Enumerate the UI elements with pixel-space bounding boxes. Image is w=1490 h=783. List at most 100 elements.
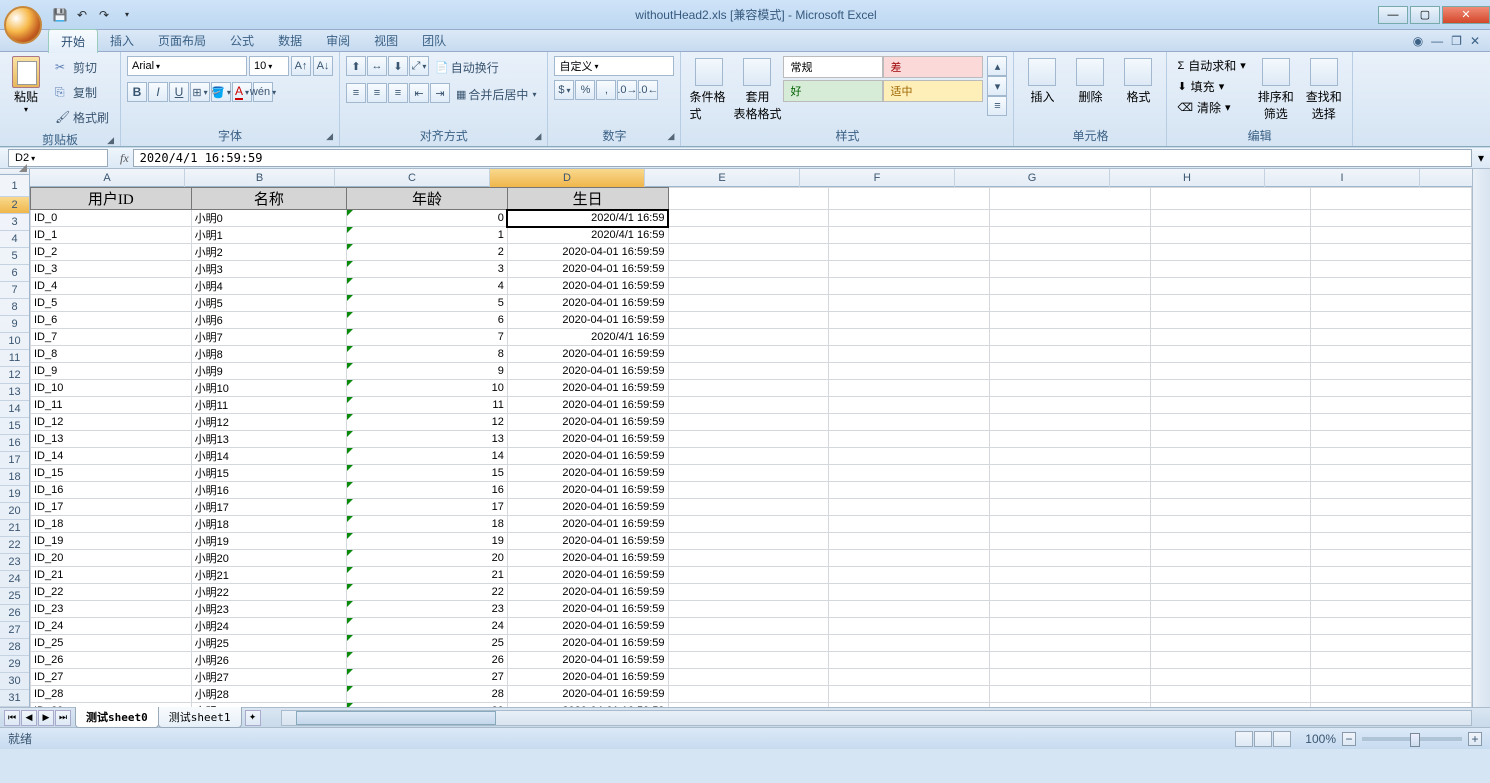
cell[interactable] <box>1311 210 1472 227</box>
cell[interactable] <box>668 601 829 618</box>
cell[interactable]: ID_5 <box>31 295 192 312</box>
cell[interactable] <box>668 414 829 431</box>
row-header-23[interactable]: 23 <box>0 554 29 571</box>
qat-customize-icon[interactable] <box>118 7 134 23</box>
header-cell[interactable] <box>1311 188 1472 210</box>
dialog-launcher-icon[interactable]: ◢ <box>326 131 333 142</box>
delete-cells-button[interactable]: 删除 <box>1068 56 1112 107</box>
row-header-16[interactable]: 16 <box>0 435 29 452</box>
cell[interactable] <box>989 686 1150 703</box>
cell[interactable]: 2020-04-01 16:59:59 <box>507 346 668 363</box>
cell[interactable] <box>668 669 829 686</box>
cell[interactable] <box>989 550 1150 567</box>
cell[interactable]: 小明25 <box>191 635 347 652</box>
style-bad[interactable]: 差 <box>883 56 983 78</box>
cell[interactable] <box>1311 635 1472 652</box>
ribbon-tab-4[interactable]: 数据 <box>266 29 314 53</box>
increase-indent-button[interactable]: ⇥ <box>430 83 450 103</box>
cell[interactable]: 小明29 <box>191 703 347 708</box>
column-header-C[interactable]: C <box>335 169 490 187</box>
redo-icon[interactable]: ↷ <box>96 7 112 23</box>
cell[interactable] <box>989 346 1150 363</box>
window-close-icon[interactable]: ✕ <box>1470 34 1480 48</box>
vertical-scrollbar[interactable] <box>1472 169 1490 707</box>
cell[interactable]: 8 <box>347 346 508 363</box>
cell[interactable]: 小明14 <box>191 448 347 465</box>
maximize-button[interactable]: ▢ <box>1410 6 1440 24</box>
cell[interactable]: ID_29 <box>31 703 192 708</box>
cell[interactable]: 小明24 <box>191 618 347 635</box>
dialog-launcher-icon[interactable]: ◢ <box>668 131 675 142</box>
dialog-launcher-icon[interactable]: ◢ <box>535 131 542 142</box>
cell[interactable] <box>1150 244 1311 261</box>
cell[interactable] <box>829 363 990 380</box>
cell[interactable]: 16 <box>347 482 508 499</box>
style-normal[interactable]: 常规 <box>783 56 883 78</box>
horizontal-scrollbar[interactable] <box>281 710 1473 726</box>
row-header-30[interactable]: 30 <box>0 673 29 690</box>
cell[interactable]: 0 <box>347 210 508 227</box>
row-header-6[interactable]: 6 <box>0 265 29 282</box>
zoom-slider[interactable] <box>1362 737 1462 741</box>
cell[interactable] <box>1150 533 1311 550</box>
cell[interactable] <box>1150 210 1311 227</box>
undo-icon[interactable]: ↶ <box>74 7 90 23</box>
cell[interactable]: 17 <box>347 499 508 516</box>
cell[interactable]: ID_18 <box>31 516 192 533</box>
cell[interactable]: 小明27 <box>191 669 347 686</box>
cell[interactable] <box>1311 601 1472 618</box>
cell[interactable]: 小明3 <box>191 261 347 278</box>
cell[interactable] <box>989 227 1150 244</box>
cell[interactable] <box>1311 686 1472 703</box>
sort-filter-button[interactable]: 排序和 筛选 <box>1254 56 1298 124</box>
style-scroll-down[interactable]: ▾ <box>987 76 1007 96</box>
cell[interactable]: 小明13 <box>191 431 347 448</box>
cell[interactable] <box>1150 686 1311 703</box>
cell[interactable]: 13 <box>347 431 508 448</box>
cell[interactable] <box>829 261 990 278</box>
cell[interactable] <box>989 414 1150 431</box>
row-header-29[interactable]: 29 <box>0 656 29 673</box>
cell[interactable]: 26 <box>347 652 508 669</box>
cell[interactable]: ID_17 <box>31 499 192 516</box>
cell[interactable]: ID_26 <box>31 652 192 669</box>
row-header-19[interactable]: 19 <box>0 486 29 503</box>
header-cell[interactable]: 年龄 <box>347 188 508 210</box>
cell[interactable] <box>829 516 990 533</box>
cell[interactable] <box>1311 363 1472 380</box>
italic-button[interactable]: I <box>148 82 168 102</box>
cell[interactable]: 2020-04-01 16:59:59 <box>507 431 668 448</box>
cell[interactable] <box>668 397 829 414</box>
cell[interactable] <box>989 380 1150 397</box>
format-cells-button[interactable]: 格式 <box>1116 56 1160 107</box>
cell[interactable]: 小明6 <box>191 312 347 329</box>
cell[interactable]: 1 <box>347 227 508 244</box>
fill-button[interactable]: ⬇ 填充 ▾ <box>1173 77 1249 96</box>
cell[interactable] <box>1311 465 1472 482</box>
cell[interactable] <box>1150 261 1311 278</box>
cell[interactable] <box>1311 584 1472 601</box>
row-header-24[interactable]: 24 <box>0 571 29 588</box>
cell[interactable]: ID_23 <box>31 601 192 618</box>
cell[interactable] <box>1150 516 1311 533</box>
column-header-G[interactable]: G <box>955 169 1110 187</box>
cell[interactable]: 27 <box>347 669 508 686</box>
phonetic-button[interactable]: wén <box>253 82 273 102</box>
cell[interactable] <box>1150 601 1311 618</box>
cell[interactable] <box>1150 295 1311 312</box>
office-button[interactable] <box>4 6 42 44</box>
cell[interactable]: ID_3 <box>31 261 192 278</box>
cell[interactable]: 小明16 <box>191 482 347 499</box>
cell[interactable] <box>989 584 1150 601</box>
cell[interactable]: 2020-04-01 16:59:59 <box>507 533 668 550</box>
column-header-D[interactable]: D <box>490 169 645 187</box>
page-layout-view-button[interactable] <box>1254 731 1272 747</box>
percent-format-button[interactable]: % <box>575 80 595 100</box>
cell[interactable]: 14 <box>347 448 508 465</box>
cell[interactable] <box>1150 227 1311 244</box>
cell[interactable] <box>1150 363 1311 380</box>
cell[interactable] <box>1150 380 1311 397</box>
cell[interactable]: ID_16 <box>31 482 192 499</box>
cell[interactable]: 小明19 <box>191 533 347 550</box>
header-cell[interactable] <box>989 188 1150 210</box>
